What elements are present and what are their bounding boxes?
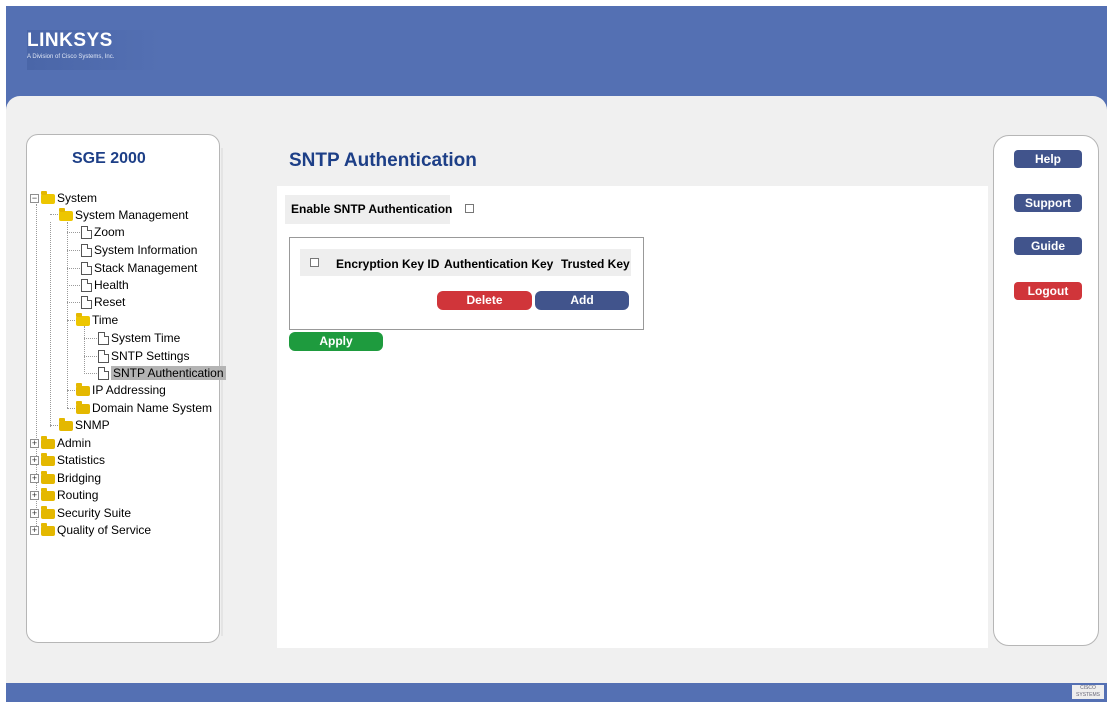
page-icon bbox=[81, 279, 92, 293]
page-icon bbox=[81, 244, 92, 258]
tree-line bbox=[67, 232, 80, 233]
expand-icon[interactable]: + bbox=[30, 456, 39, 466]
tree-line bbox=[84, 373, 97, 374]
tree-line bbox=[84, 338, 97, 339]
nav-item-time[interactable]: Time bbox=[76, 312, 118, 329]
nav-item-system-management[interactable]: System Management bbox=[59, 207, 188, 224]
nav-item-sntp-authentication[interactable]: SNTP Authentication bbox=[98, 365, 226, 382]
column-authentication-key: Authentication Key bbox=[444, 257, 554, 271]
expand-icon[interactable]: + bbox=[30, 526, 39, 536]
folder-open-icon bbox=[41, 190, 55, 204]
page-icon bbox=[81, 226, 92, 240]
device-model: SGE 2000 bbox=[72, 150, 146, 167]
folder-open-icon bbox=[76, 312, 90, 326]
select-all-checkbox[interactable] bbox=[310, 258, 319, 267]
apply-button[interactable]: Apply bbox=[289, 332, 383, 351]
column-encryption-key-id: Encryption Key ID bbox=[336, 257, 440, 271]
nav-item-system-information[interactable]: System Information bbox=[81, 242, 197, 259]
enable-sntp-authentication-label: Enable SNTP Authentication bbox=[291, 202, 453, 216]
footer-bar bbox=[6, 683, 1107, 702]
nav-item-system[interactable]: − System bbox=[30, 190, 97, 207]
support-button[interactable]: Support bbox=[1014, 194, 1082, 212]
brand-tagline: A Division of Cisco Systems, Inc. bbox=[27, 54, 115, 60]
folder-icon bbox=[41, 522, 55, 536]
nav-item-admin[interactable]: + Admin bbox=[30, 435, 91, 452]
folder-icon bbox=[41, 487, 55, 501]
page-icon bbox=[81, 296, 92, 310]
tree-line bbox=[50, 222, 51, 427]
tree-line bbox=[67, 302, 80, 303]
folder-icon bbox=[41, 470, 55, 484]
folder-icon bbox=[76, 400, 90, 414]
logout-button[interactable]: Logout bbox=[1014, 282, 1082, 300]
help-button[interactable]: Help bbox=[1014, 150, 1082, 168]
nav-item-system-time[interactable]: System Time bbox=[98, 330, 180, 347]
tree-line bbox=[67, 285, 80, 286]
nav-item-zoom[interactable]: Zoom bbox=[81, 224, 125, 241]
nav-item-statistics[interactable]: + Statistics bbox=[30, 452, 105, 469]
nav-item-security-suite[interactable]: + Security Suite bbox=[30, 505, 131, 522]
folder-open-icon bbox=[59, 207, 73, 221]
add-button[interactable]: Add bbox=[535, 291, 629, 310]
linksys-logo: LINKSYS A Division of Cisco Systems, Inc… bbox=[27, 30, 162, 70]
nav-item-sntp-settings[interactable]: SNTP Settings bbox=[98, 348, 189, 365]
page-icon bbox=[98, 350, 109, 364]
page-title: SNTP Authentication bbox=[289, 150, 477, 171]
nav-item-ip-addressing[interactable]: IP Addressing bbox=[76, 382, 166, 399]
nav-item-routing[interactable]: + Routing bbox=[30, 487, 98, 504]
brand-name: LINKSYS bbox=[27, 30, 113, 51]
cisco-logo: CISCO SYSTEMS bbox=[1072, 685, 1104, 699]
nav-item-domain-name-system[interactable]: Domain Name System bbox=[76, 400, 212, 417]
expand-icon[interactable]: + bbox=[30, 474, 39, 484]
nav-item-bridging[interactable]: + Bridging bbox=[30, 470, 101, 487]
page-icon bbox=[98, 332, 109, 346]
tree-line bbox=[67, 250, 80, 251]
nav-divider bbox=[221, 148, 223, 636]
tree-line bbox=[84, 356, 97, 357]
expand-icon[interactable]: + bbox=[30, 491, 39, 501]
expand-icon[interactable]: + bbox=[30, 509, 39, 519]
folder-icon bbox=[59, 417, 73, 431]
expand-icon[interactable]: + bbox=[30, 439, 39, 449]
nav-item-reset[interactable]: Reset bbox=[81, 294, 125, 311]
collapse-icon[interactable]: − bbox=[30, 194, 39, 204]
delete-button[interactable]: Delete bbox=[437, 291, 532, 310]
header-curve bbox=[6, 96, 1107, 126]
folder-icon bbox=[41, 505, 55, 519]
guide-button[interactable]: Guide bbox=[1014, 237, 1082, 255]
page-icon bbox=[98, 367, 109, 381]
folder-icon bbox=[76, 382, 90, 396]
column-trusted-key: Trusted Key bbox=[561, 257, 630, 271]
tree-line bbox=[84, 326, 85, 374]
nav-item-health[interactable]: Health bbox=[81, 277, 129, 294]
cisco-mark: CISCO SYSTEMS bbox=[1076, 685, 1100, 698]
page-icon bbox=[81, 262, 92, 276]
folder-icon bbox=[41, 452, 55, 466]
nav-item-quality-of-service[interactable]: + Quality of Service bbox=[30, 522, 151, 539]
enable-sntp-authentication-checkbox[interactable] bbox=[465, 204, 474, 213]
folder-icon bbox=[41, 435, 55, 449]
nav-item-stack-management[interactable]: Stack Management bbox=[81, 260, 197, 277]
tree-line bbox=[67, 268, 80, 269]
nav-item-snmp[interactable]: SNMP bbox=[59, 417, 110, 434]
